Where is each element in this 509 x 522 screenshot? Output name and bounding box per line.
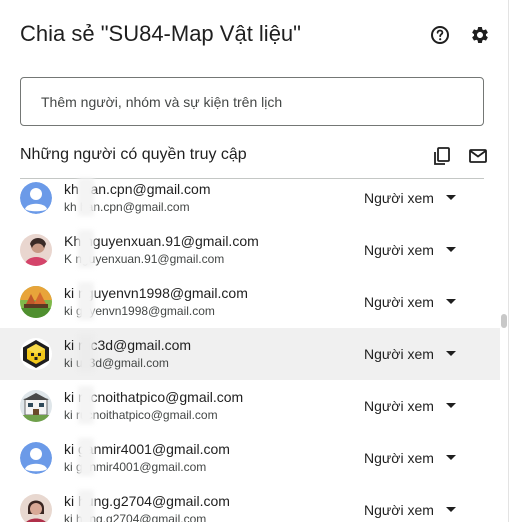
mail-icon[interactable]: [467, 145, 489, 167]
role-dropdown[interactable]: Người xem: [364, 294, 434, 310]
role-dropdown[interactable]: Người xem: [364, 450, 434, 466]
chevron-down-icon[interactable]: [446, 247, 456, 252]
role-dropdown[interactable]: Người xem: [364, 242, 434, 258]
role-dropdown[interactable]: Người xem: [364, 190, 434, 206]
redaction: [78, 334, 94, 372]
redaction: [78, 490, 94, 522]
redaction: [78, 438, 94, 476]
share-dialog: Chia sẻ "SU84-Map Vật liệu" Những người …: [0, 0, 509, 522]
role-dropdown[interactable]: Người xem: [364, 346, 434, 362]
person-row[interactable]: ki ganmir4001@gmail.com ki ganmir4001@gm…: [0, 432, 500, 484]
redaction: [78, 230, 94, 268]
redaction: [78, 386, 94, 424]
person-row[interactable]: ki ruc3d@gmail.com ki uc3d@gmail.com Ngư…: [0, 328, 500, 380]
people-list: kh han.cpn@gmail.com kh han.cpn@gmail.co…: [0, 172, 500, 522]
chevron-down-icon[interactable]: [446, 299, 456, 304]
person-row[interactable]: Kh nguyenxuan.91@gmail.com K nguyenxuan.…: [0, 224, 500, 276]
avatar: [20, 442, 52, 474]
avatar: [20, 390, 52, 422]
add-people-input[interactable]: [20, 77, 484, 126]
person-row[interactable]: ki hung.g2704@gmail.com ki hung.g2704@gm…: [0, 484, 500, 522]
person-row[interactable]: kh han.cpn@gmail.com kh han.cpn@gmail.co…: [0, 172, 500, 224]
role-dropdown[interactable]: Người xem: [364, 502, 434, 518]
scrollbar-thumb[interactable]: [501, 314, 507, 328]
avatar: [20, 338, 52, 370]
gear-icon[interactable]: [469, 24, 491, 46]
role-dropdown[interactable]: Người xem: [364, 398, 434, 414]
help-circle-icon[interactable]: [429, 24, 451, 46]
access-section-title: Những người có quyền truy cập: [20, 146, 247, 163]
redaction: [78, 178, 94, 216]
chevron-down-icon[interactable]: [446, 455, 456, 460]
avatar: [20, 234, 52, 266]
chevron-down-icon[interactable]: [446, 507, 456, 512]
redaction: [78, 282, 94, 320]
avatar: [20, 286, 52, 318]
chevron-down-icon[interactable]: [446, 195, 456, 200]
person-row[interactable]: ki nguyenvn1998@gmail.com ki guyenvn1998…: [0, 276, 500, 328]
dialog-title: Chia sẻ "SU84-Map Vật liệu": [20, 21, 301, 46]
person-row[interactable]: ki rucnoithatpico@gmail.com ki rucnoitha…: [0, 380, 500, 432]
avatar: [20, 182, 52, 214]
avatar: [20, 494, 52, 522]
chevron-down-icon[interactable]: [446, 403, 456, 408]
copy-emails-icon[interactable]: [431, 145, 453, 167]
chevron-down-icon[interactable]: [446, 351, 456, 356]
